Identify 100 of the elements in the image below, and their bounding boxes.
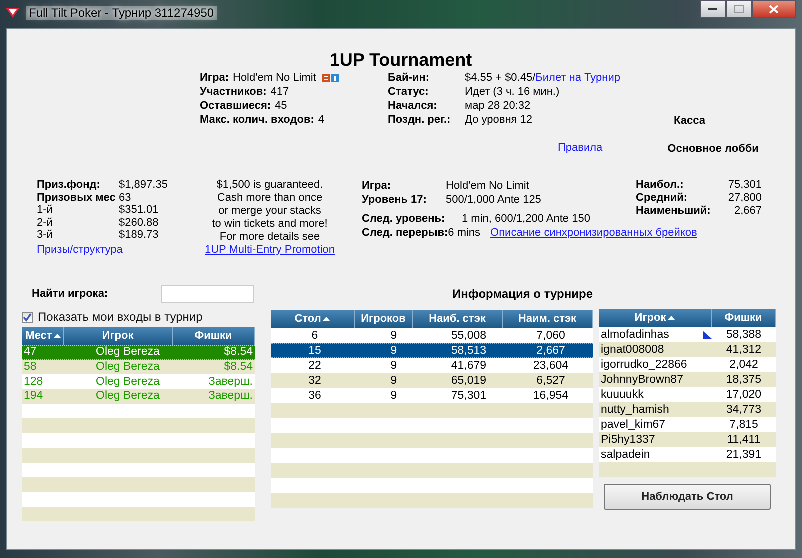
- player-row[interactable]: nutty_hamish 34,773: [599, 402, 776, 417]
- watch-table-button[interactable]: Наблюдать Стол: [604, 484, 771, 510]
- table-cell-text: 21,391: [725, 448, 763, 460]
- stack-label: Средний:: [636, 192, 688, 205]
- table-cell-text: $8.54: [223, 346, 254, 358]
- info-value: 4: [318, 113, 324, 127]
- maximize-button[interactable]: [726, 0, 752, 18]
- breaks-link[interactable]: Описание синхронизированных брейков: [490, 226, 698, 240]
- next-label: След. перерыв:: [362, 226, 448, 240]
- rules-link[interactable]: Правила: [558, 142, 603, 156]
- minimize-button[interactable]: [700, 0, 726, 18]
- table-cell-text: 7,815: [728, 418, 760, 430]
- table-cell-text: 55,008: [450, 330, 488, 342]
- table-cell-text: 16,954: [532, 390, 570, 402]
- info-label: Игра:: [200, 71, 229, 85]
- promo-text: to win tickets and more!: [211, 218, 329, 231]
- info-value: Идет (3 ч. 16 мин.): [465, 85, 560, 99]
- stack-label: Наибол.:: [636, 179, 684, 192]
- table-cell-text: 22: [308, 360, 322, 372]
- info-value: 45: [275, 99, 288, 113]
- table-cell-text: almofadinhas: [600, 328, 670, 340]
- table-cell-text: Oleg Bereza: [95, 376, 161, 388]
- table-cell-text: 75,301: [450, 390, 488, 402]
- table-cell-text: 41,312: [725, 344, 763, 356]
- show-entries-checkbox[interactable]: [22, 312, 33, 322]
- table-cell-text: salpadein: [600, 448, 652, 460]
- table-cell-text: 15: [308, 344, 322, 356]
- table-cell-text: Oleg Bereza: [95, 361, 161, 374]
- table-cell-text: 9: [390, 390, 398, 402]
- cashier-button[interactable]: Касса: [674, 115, 706, 127]
- info-label: Поздн. рег.:: [388, 113, 452, 127]
- table-cell-text: Pi5hy1337: [600, 434, 656, 446]
- stack-value: 2,667: [734, 205, 762, 218]
- next-value: 6 mins: [448, 226, 481, 240]
- app-logo-icon: [6, 8, 20, 18]
- table-cell-text: Oleg Bereza: [95, 390, 161, 402]
- table-cell-text: 58,513: [450, 344, 488, 356]
- table-cell-text: pavel_kim67: [600, 418, 667, 430]
- table-cell-text: 128: [23, 376, 44, 388]
- info-value: 417: [270, 85, 290, 99]
- info-label: Макс. колич. входов:: [200, 113, 314, 127]
- main-lobby-button[interactable]: Основное лобби: [668, 142, 759, 156]
- prize-places-value: 63: [119, 192, 132, 204]
- table-row[interactable]: 15 9 58,513 2,667: [271, 343, 593, 358]
- payout-place: 1-й: [37, 204, 54, 216]
- info-label: Статус:: [388, 85, 430, 99]
- info-value: До уровня 12: [465, 113, 533, 127]
- table-cell-text: kuuuukk: [600, 388, 645, 400]
- table-cell-text: 23,604: [532, 360, 570, 372]
- promo-text: Cash more than once: [216, 192, 324, 205]
- section-title: Информация о турнире: [451, 287, 593, 303]
- table-cell-text: 34,773: [725, 404, 763, 416]
- sort-arrow-icon: [668, 316, 676, 320]
- promotion-link[interactable]: 1UP Multi-Entry Promotion: [204, 244, 335, 256]
- prize-pool-label: Приз.фонд:: [37, 179, 102, 192]
- table-cell-text: nutty_hamish: [600, 404, 670, 416]
- find-player-label: Найти игрока:: [32, 288, 110, 300]
- table-cell-text: 18,375: [725, 374, 763, 386]
- info-value: мар 28 20:32: [465, 99, 531, 113]
- payout-place: 2-й: [37, 216, 54, 229]
- player-row[interactable]: Pi5hy1337 11,411: [599, 432, 776, 447]
- table-cell-text: 7,060: [536, 330, 566, 342]
- table-cell-text: 58: [23, 361, 38, 374]
- table-cell-text: 6: [310, 330, 320, 342]
- table-row[interactable]: 32 9 65,019 6,527: [271, 373, 593, 388]
- promo-text: For more details see: [218, 231, 322, 244]
- stack-value: 75,301: [728, 179, 762, 192]
- payout-amount: $260.88: [119, 216, 159, 229]
- table-cell-text: JohnnyBrown87: [600, 374, 684, 386]
- promo-text: $1,500 is guaranteed.: [216, 179, 324, 192]
- entry-row[interactable]: 128 Oleg Bereza Заверш.: [22, 374, 255, 390]
- table-cell-text: 17,020: [725, 388, 763, 400]
- table-cell-text: Oleg Bereza: [95, 346, 161, 358]
- minimize-icon: [708, 7, 718, 11]
- find-player-field[interactable]: [161, 285, 254, 303]
- table-cell-text: 9: [390, 330, 398, 342]
- table-cell-text: 9: [390, 344, 398, 356]
- player-row[interactable]: ignat008008 41,312: [599, 342, 776, 357]
- table-cell-text: 2,667: [536, 344, 566, 356]
- table-cell-text: 36: [308, 390, 322, 402]
- table-cell-text: 41,679: [450, 360, 488, 372]
- info-label: Бай-ин:: [388, 71, 431, 85]
- close-button[interactable]: [752, 0, 796, 18]
- table-cell-text: 2,042: [728, 358, 760, 370]
- table-cell-text: 6,527: [536, 374, 566, 386]
- level-label: Уровень 17:: [362, 193, 428, 207]
- info-value: Hold'em No Limit: [233, 71, 316, 85]
- info-label: Оставшиеся:: [200, 99, 272, 113]
- info-label: Участников:: [200, 85, 267, 99]
- prize-places-label: Призовых мес: [37, 192, 117, 204]
- entry-row[interactable]: 47 Oleg Bereza $8.54: [22, 345, 255, 360]
- payout-amount: $189.73: [119, 229, 159, 242]
- ticket-link[interactable]: Билет на Турнир: [536, 71, 620, 85]
- player-row[interactable]: JohnnyBrown87 18,375: [599, 372, 776, 387]
- table-cell-text: 11,411: [726, 434, 762, 446]
- table-cell-text: ignat008008: [600, 344, 666, 356]
- table-cell-text: Заверш.: [207, 390, 254, 402]
- prizes-link[interactable]: Призы/структура: [37, 244, 187, 256]
- promo-text: or merge your stacks: [218, 205, 322, 218]
- stack-value: 27,800: [728, 192, 762, 205]
